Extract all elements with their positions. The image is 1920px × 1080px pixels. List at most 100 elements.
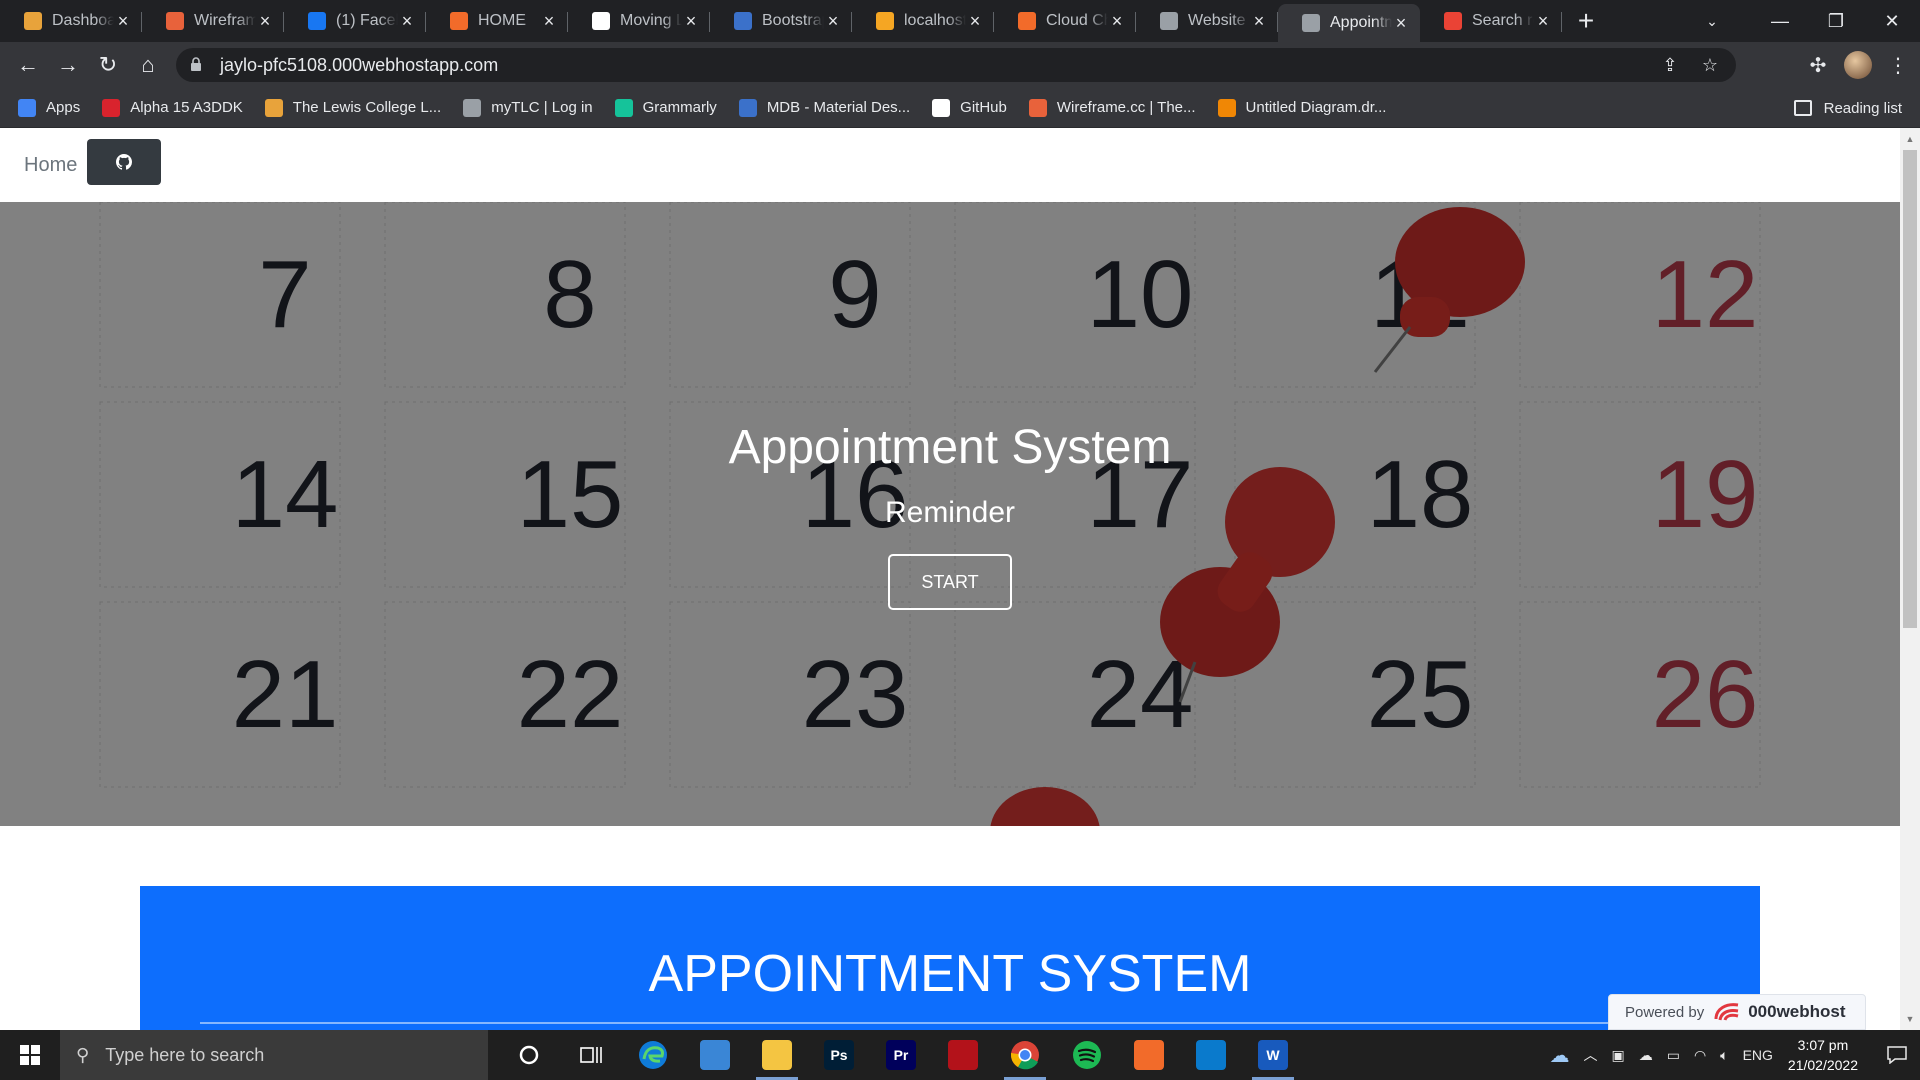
reading-list-button[interactable]: Reading list [1793, 88, 1902, 128]
store-taskbar-button[interactable] [684, 1030, 746, 1080]
nav-home-link[interactable]: Home [24, 154, 77, 177]
xampp-icon [1134, 1040, 1164, 1070]
bookmark-label: Grammarly [642, 99, 717, 116]
hero-banner: 789101112141516171819212223242526 Appoin… [0, 202, 1900, 826]
new-tab-button[interactable]: + [1566, 2, 1606, 40]
close-tab-icon[interactable]: × [682, 11, 700, 31]
back-icon[interactable]: ← [8, 45, 48, 85]
close-tab-icon[interactable]: × [1392, 13, 1410, 33]
tab-title: Moving L [620, 12, 682, 29]
photoshop-icon: Ps [824, 1040, 854, 1070]
browser-tab[interactable]: Cloud Ch × [994, 4, 1136, 38]
close-tab-icon[interactable]: × [114, 11, 132, 31]
task-view-taskbar-button[interactable] [560, 1030, 622, 1080]
close-tab-icon[interactable]: × [1250, 11, 1268, 31]
browser-tab[interactable]: localhost × [852, 4, 994, 38]
spotify-taskbar-button[interactable] [1056, 1030, 1118, 1080]
start-button[interactable]: START [888, 554, 1012, 610]
in-logo-icon [264, 98, 283, 117]
windows-start-button[interactable] [0, 1030, 60, 1080]
address-bar[interactable]: jaylo-pfc5108.000webhostapp.com ⇪ ☆ [176, 48, 1736, 82]
notification-icon[interactable] [1874, 1030, 1920, 1080]
github-button[interactable] [87, 139, 162, 185]
bookmark-item[interactable]: MDB - Material Des... [738, 98, 911, 117]
close-tab-icon[interactable]: × [1108, 11, 1126, 31]
photoshop-taskbar-button[interactable]: Ps [808, 1030, 870, 1080]
browser-tab[interactable]: Wireframe× [142, 4, 284, 38]
share-icon[interactable]: ⇪ [1656, 55, 1684, 76]
bookmark-label: MDB - Material Des... [766, 99, 911, 116]
vscode-taskbar-button[interactable] [1180, 1030, 1242, 1080]
extensions-icon[interactable]: ✣ [1802, 53, 1834, 78]
menu-dots-icon[interactable]: ⋮ [1882, 53, 1914, 78]
onedrive-icon[interactable]: ☁ [1549, 1043, 1569, 1068]
bookmark-item[interactable]: Untitled Diagram.dr... [1217, 98, 1387, 117]
minimize-icon[interactable]: — [1752, 0, 1808, 42]
close-tab-icon[interactable]: × [966, 11, 984, 31]
bookmark-label: Untitled Diagram.dr... [1245, 99, 1387, 116]
close-tab-icon[interactable]: × [540, 11, 558, 31]
battery-icon[interactable]: ▭ [1667, 1047, 1680, 1064]
bookmark-item[interactable]: Apps [18, 98, 80, 117]
tab-search-icon[interactable]: ⌄ [1696, 8, 1728, 34]
bookmark-item[interactable]: Wireframe.cc | The... [1028, 98, 1196, 117]
browser-tab[interactable]: Search re× [1420, 4, 1562, 38]
clock[interactable]: 3:07 pm 21/02/2022 [1788, 1035, 1858, 1075]
bookmark-star-icon[interactable]: ☆ [1696, 55, 1724, 76]
cortana-taskbar-button[interactable] [498, 1030, 560, 1080]
game-taskbar-button[interactable] [932, 1030, 994, 1080]
chrome-taskbar-button[interactable] [994, 1030, 1056, 1080]
close-tab-icon[interactable]: × [1534, 11, 1552, 31]
globe-icon [463, 98, 482, 117]
drawio-icon [1217, 98, 1236, 117]
github-icon [116, 154, 133, 170]
browser-tab[interactable]: (1) Facebook× [284, 4, 426, 38]
apps-grid-icon [18, 98, 36, 117]
close-tab-icon[interactable]: × [398, 11, 416, 31]
word-taskbar-button[interactable]: W [1242, 1030, 1304, 1080]
scroll-thumb[interactable] [1903, 150, 1917, 628]
premiere-taskbar-button[interactable]: Pr [870, 1030, 932, 1080]
browser-tab[interactable]: Appointm × [1278, 4, 1420, 42]
tab-title: Bootstrap [762, 12, 824, 29]
reading-list-icon [1793, 100, 1812, 116]
close-tab-icon[interactable]: × [824, 11, 842, 31]
profile-avatar[interactable] [1844, 51, 1872, 79]
wifi-icon[interactable]: ◠ [1694, 1047, 1706, 1064]
lock-icon [190, 57, 206, 73]
powered-by-badge[interactable]: Powered by 000webhost [1608, 994, 1866, 1030]
browser-tab[interactable]: Bootstrap × [710, 4, 852, 38]
browser-tab[interactable]: Moving L × [568, 4, 710, 38]
close-tab-icon[interactable]: × [256, 11, 274, 31]
language-indicator[interactable]: ENG [1743, 1047, 1773, 1063]
xampp-taskbar-button[interactable] [1118, 1030, 1180, 1080]
scroll-up-icon[interactable]: ▲ [1900, 130, 1920, 148]
reload-icon[interactable]: ↻ [88, 45, 128, 85]
xampp-icon [450, 12, 468, 30]
volume-icon[interactable]: 🔈︎ [1720, 1047, 1728, 1064]
edge-taskbar-button[interactable] [622, 1030, 684, 1080]
bookmark-item[interactable]: Alpha 15 A3DDK [102, 98, 243, 117]
chevron-up-icon[interactable]: ︿ [1583, 1045, 1597, 1065]
home-icon[interactable]: ⌂ [128, 45, 168, 85]
forward-icon[interactable]: → [48, 45, 88, 85]
browser-tab[interactable]: Website × [1136, 4, 1278, 38]
bookmark-item[interactable]: The Lewis College L... [264, 98, 441, 117]
bookmark-item[interactable]: GitHub [932, 98, 1007, 117]
bookmark-item[interactable]: Grammarly [614, 98, 717, 117]
file-explorer-taskbar-button[interactable] [746, 1030, 808, 1080]
device-icon[interactable]: ▣ [1611, 1047, 1624, 1064]
close-window-icon[interactable]: ✕ [1864, 0, 1920, 42]
tab-title: Website [1188, 12, 1246, 29]
cloud-icon[interactable]: ☁ [1639, 1047, 1653, 1064]
bookmark-item[interactable]: myTLC | Log in [463, 98, 593, 117]
edge-icon [639, 1041, 667, 1069]
browser-tab[interactable]: Dashboard× [0, 4, 142, 38]
page-scrollbar[interactable]: ▲ ▼ [1900, 128, 1920, 1030]
browser-tab[interactable]: HOME × [426, 4, 568, 38]
tab-title: (1) Facebook [336, 12, 398, 29]
restore-icon[interactable]: ❐ [1808, 0, 1864, 42]
tab-title: Cloud Ch [1046, 12, 1108, 29]
scroll-down-icon[interactable]: ▼ [1900, 1010, 1920, 1028]
taskbar-search[interactable]: ⚲ Type here to search [60, 1030, 488, 1080]
